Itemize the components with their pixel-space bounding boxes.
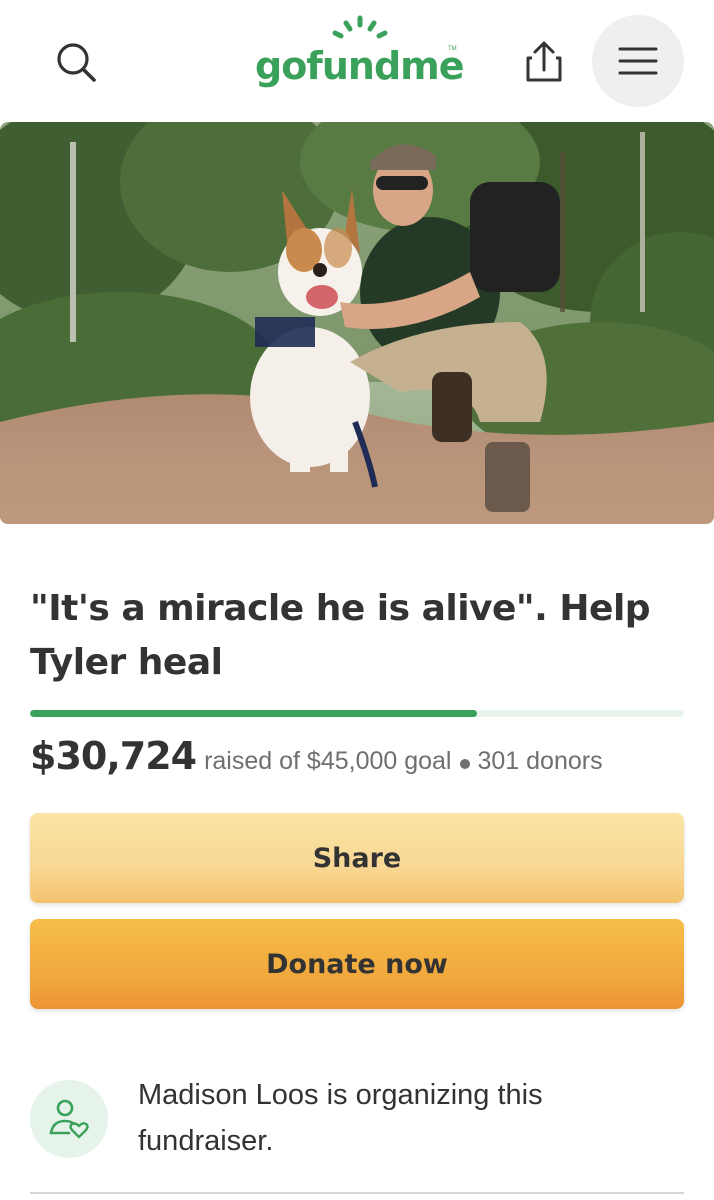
fundraising-progress-fill — [30, 710, 477, 717]
hero-photo-illustration — [0, 122, 714, 524]
logo-sun-icon — [332, 15, 388, 39]
organizer-info: Madison Loos is organizing this fundrais… — [30, 1072, 684, 1162]
person-heart-icon — [49, 1099, 89, 1139]
organizer-avatar — [30, 1080, 108, 1158]
donate-now-button[interactable]: Donate now — [30, 919, 684, 1009]
top-nav-bar: gofundme TM — [0, 0, 714, 120]
share-header-button[interactable] — [518, 36, 570, 88]
upload-share-icon — [526, 41, 562, 82]
share-button[interactable]: Share — [30, 813, 684, 903]
section-divider — [30, 1192, 684, 1194]
campaign-title: "It's a miracle he is alive". Help Tyler… — [30, 588, 651, 683]
separator-dot — [459, 759, 470, 769]
raised-amount: $30,724 — [30, 734, 197, 778]
search-icon — [57, 43, 96, 82]
raised-of-goal: raised of $45,000 goal — [204, 747, 452, 775]
fundraising-stats: $30,724 raised of $45,000 goal 301 donor… — [30, 734, 700, 778]
logo-trademark: TM — [448, 46, 457, 52]
donor-count: 301 donors — [477, 747, 603, 775]
logo-text: gofundme — [255, 44, 465, 88]
organizer-text: Madison Loos is organizing this fundrais… — [138, 1079, 543, 1157]
gofundme-logo[interactable]: gofundme TM — [255, 14, 465, 94]
fundraising-progress-bar — [30, 710, 684, 717]
menu-button[interactable] — [592, 15, 684, 107]
hamburger-menu-icon — [618, 47, 658, 75]
search-button[interactable] — [52, 38, 100, 86]
campaign-hero-photo[interactable] — [0, 122, 714, 524]
